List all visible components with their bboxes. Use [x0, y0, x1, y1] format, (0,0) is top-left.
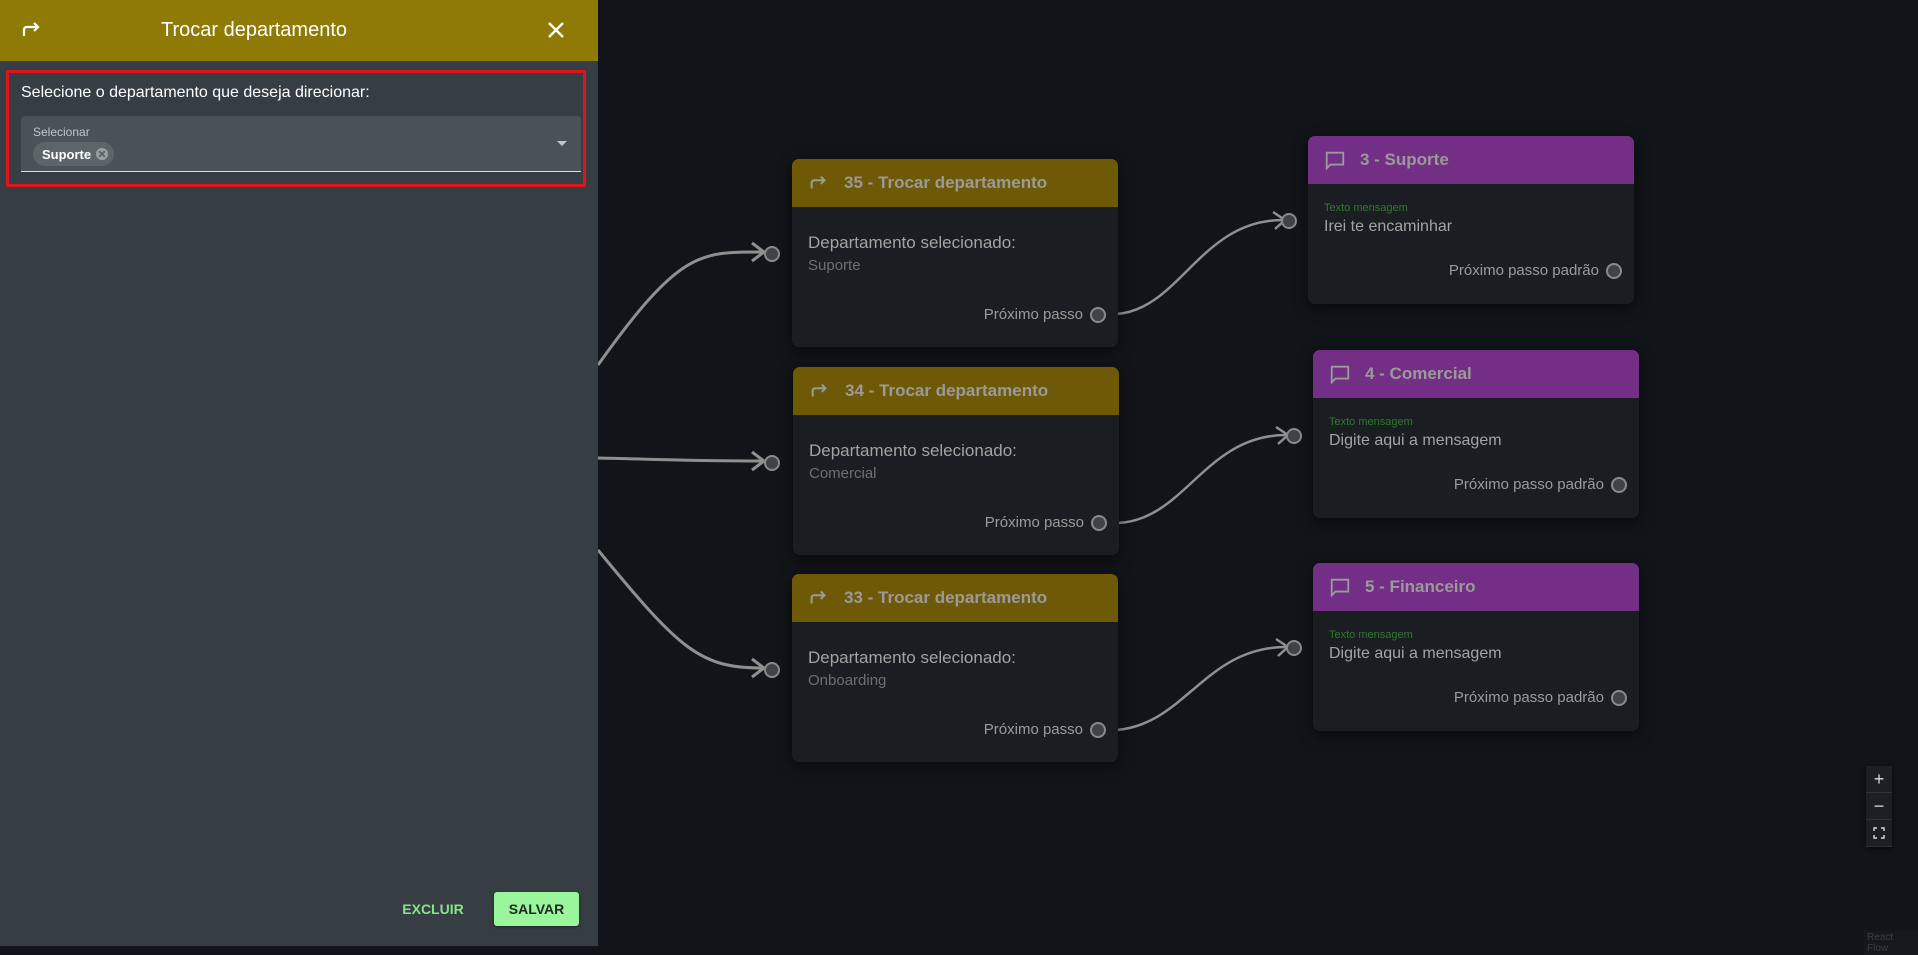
node-label: Departamento selecionado: — [808, 233, 1016, 252]
output-handle[interactable] — [1090, 306, 1106, 323]
node-title: 35 - Trocar departamento — [844, 173, 1048, 192]
edge-to-node-34 — [597, 456, 763, 463]
message-text: Digite aqui a mensagem — [1329, 432, 1502, 449]
switch-node-33[interactable]: 33 - Trocar departamento Departamento se… — [792, 574, 1118, 762]
edge-to-node-33 — [596, 549, 763, 670]
redirect-arrow-icon — [808, 587, 830, 609]
message-field-label: Texto mensagem — [1329, 416, 1413, 428]
node-34-input-handle[interactable] — [764, 455, 780, 471]
default-next-step-output[interactable]: Próximo passo padrão — [1454, 476, 1627, 493]
chat-bubble-icon — [1324, 149, 1346, 171]
default-next-step-output[interactable]: Próximo passo padrão — [1449, 262, 1622, 279]
output-handle[interactable] — [1611, 476, 1627, 493]
edge-33-to-5 — [1115, 645, 1287, 732]
attribution[interactable]: React Flow — [1864, 931, 1918, 955]
message-text: Irei te encaminhar — [1324, 218, 1453, 235]
message-node-3[interactable]: 3 - Suporte Texto mensagem Irei te encam… — [1308, 136, 1634, 304]
department-form: Selecione o departamento que deseja dire… — [6, 70, 586, 187]
dropdown-arrow-icon[interactable] — [557, 141, 567, 146]
node-title: 34 - Trocar departamento — [845, 381, 1049, 400]
next-step-label: Próximo passo — [984, 514, 1084, 531]
message-text: Digite aqui a mensagem — [1329, 645, 1502, 662]
message-field-label: Texto mensagem — [1329, 629, 1413, 641]
zoom-in-button[interactable]: + — [1866, 766, 1892, 793]
edge-35-to-3 — [1115, 218, 1284, 316]
node-title: 33 - Trocar departamento — [844, 588, 1048, 607]
switch-node-34[interactable]: 34 - Trocar departamento Departamento se… — [793, 367, 1119, 555]
form-question: Selecione o departamento que deseja dire… — [21, 84, 370, 101]
node-33-input-handle[interactable] — [764, 662, 780, 678]
next-step-label: Próximo passo padrão — [1448, 262, 1599, 279]
output-handle[interactable] — [1091, 514, 1107, 531]
output-handle[interactable] — [1606, 262, 1622, 279]
chip-remove-icon[interactable] — [96, 148, 109, 160]
node-value: Suporte — [808, 257, 861, 274]
save-button[interactable]: SALVAR — [494, 892, 579, 926]
panel-header: Trocar departamento — [0, 0, 598, 61]
message-node-5[interactable]: 5 - Financeiro Texto mensagem Digite aqu… — [1313, 563, 1639, 731]
department-select[interactable]: Selecionar Suporte — [21, 116, 581, 172]
next-step-output[interactable]: Próximo passo — [985, 514, 1107, 531]
fit-view-button[interactable] — [1866, 820, 1892, 847]
close-icon[interactable] — [544, 18, 568, 42]
edge-34-to-4 — [1117, 433, 1287, 525]
message-field-label: Texto mensagem — [1324, 202, 1408, 214]
chat-bubble-icon — [1329, 576, 1351, 598]
node-label: Departamento selecionado: — [809, 441, 1017, 460]
next-step-label: Próximo passo — [983, 306, 1083, 323]
switch-node-35[interactable]: 35 - Trocar departamento Departamento se… — [792, 159, 1118, 347]
zoom-out-button[interactable]: − — [1866, 793, 1892, 820]
next-step-output[interactable]: Próximo passo — [984, 721, 1106, 738]
node-title: 4 - Comercial — [1365, 364, 1472, 383]
node-value: Onboarding — [808, 672, 887, 689]
chat-bubble-icon — [1329, 363, 1351, 385]
output-handle[interactable] — [1090, 721, 1106, 738]
next-step-output[interactable]: Próximo passo — [984, 306, 1106, 323]
next-step-label: Próximo passo padrão — [1453, 689, 1604, 706]
redirect-arrow-icon — [22, 22, 40, 36]
selected-department-chip: Suporte — [33, 142, 115, 166]
fit-view-icon — [1873, 827, 1885, 839]
panel-title: Trocar departamento — [160, 19, 347, 41]
chip-label: Suporte — [42, 146, 92, 162]
next-step-label: Próximo passo padrão — [1453, 476, 1604, 493]
message-node-4[interactable]: 4 - Comercial Texto mensagem Digite aqui… — [1313, 350, 1639, 518]
node-label: Departamento selecionado: — [808, 648, 1016, 667]
node-value: Comercial — [809, 465, 877, 482]
node-5-input-handle[interactable] — [1286, 640, 1302, 656]
node-3-input-handle[interactable] — [1281, 213, 1297, 229]
side-panel: Trocar departamento Selecione o departam… — [0, 0, 598, 946]
redirect-arrow-icon — [808, 172, 830, 194]
zoom-controls: + − — [1866, 766, 1892, 847]
redirect-arrow-icon — [809, 380, 831, 402]
node-title: 3 - Suporte — [1360, 150, 1449, 169]
select-label: Selecionar — [33, 125, 90, 139]
node-35-input-handle[interactable] — [764, 246, 780, 262]
edge-to-node-35 — [596, 250, 763, 366]
default-next-step-output[interactable]: Próximo passo padrão — [1454, 689, 1627, 706]
output-handle[interactable] — [1611, 689, 1627, 706]
delete-button[interactable]: EXCLUIR — [390, 892, 476, 926]
node-title: 5 - Financeiro — [1365, 577, 1476, 596]
node-4-input-handle[interactable] — [1286, 428, 1302, 444]
next-step-label: Próximo passo — [983, 721, 1083, 738]
